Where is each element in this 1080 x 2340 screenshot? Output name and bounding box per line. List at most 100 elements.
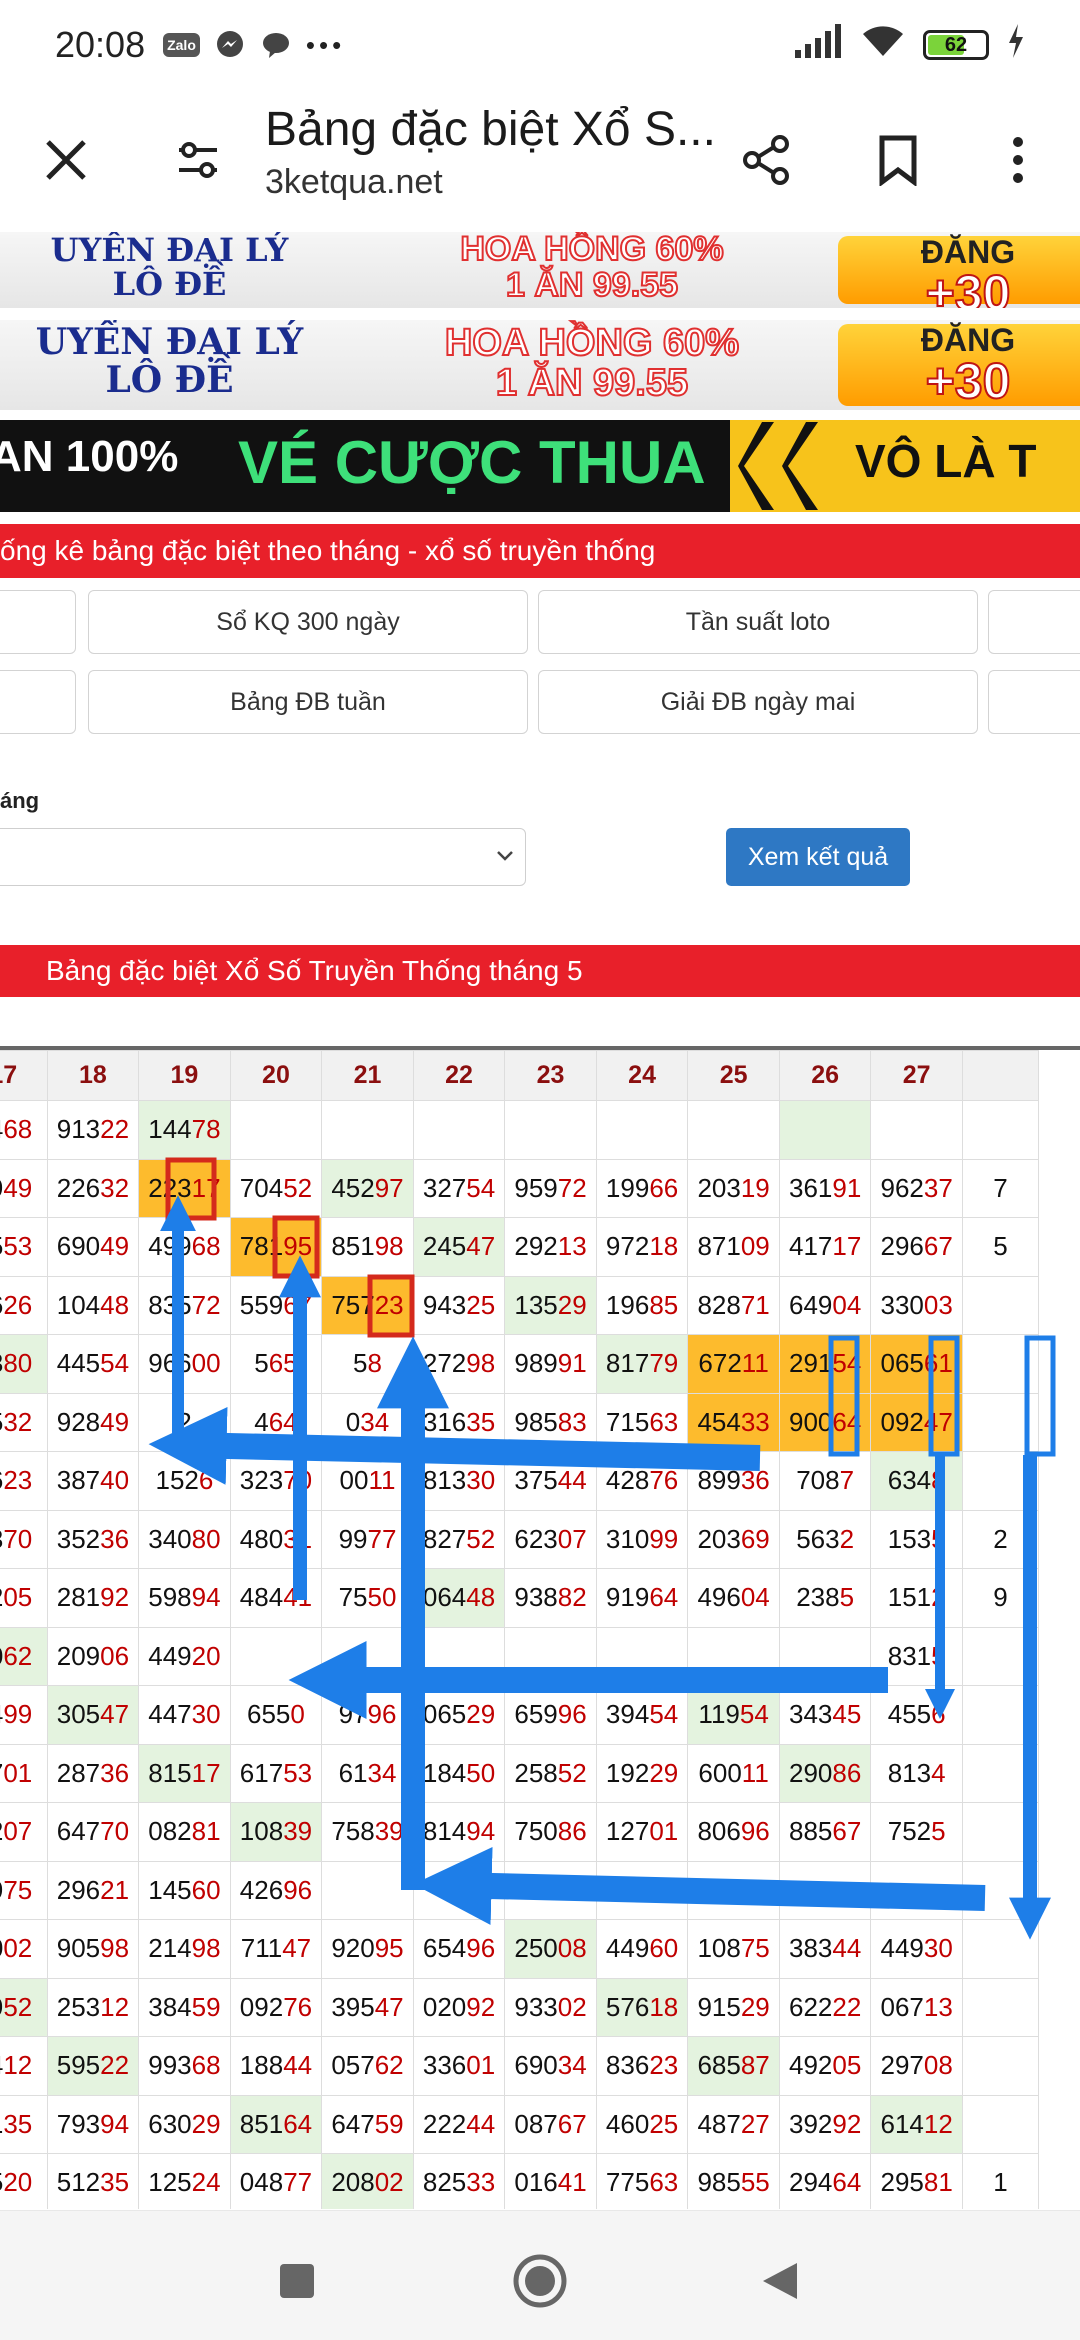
cell-tail-digits: 59 <box>374 2108 404 2139</box>
menu-button-hidden-right-1[interactable] <box>988 590 1080 654</box>
result-cell: 6348 <box>870 1451 963 1511</box>
table-row: 7623387401526323700011813303754442876899… <box>0 1451 1040 1511</box>
more-menu-button[interactable] <box>968 110 1068 210</box>
result-cell: 565 <box>229 1334 323 1394</box>
cell-tail-digits: 47 <box>374 1991 404 2022</box>
cell-tail-digits: 23 <box>374 1289 404 1320</box>
table-row: 7701287368151761753613418450258521922960… <box>0 1743 1040 1803</box>
cell-prefix: 119 <box>698 1699 740 1730</box>
result-cell: 5632 <box>778 1509 872 1569</box>
cell-tail-digits: 97 <box>374 1172 404 1203</box>
menu-button-weekly-table[interactable]: Bảng ĐB tuần <box>88 670 528 734</box>
result-cell: 21498 <box>138 1919 231 1979</box>
cell-prefix: 209 <box>56 1640 101 1671</box>
close-tab-button[interactable] <box>16 110 116 210</box>
result-cell: 7701 <box>0 1743 48 1803</box>
column-header: 27 <box>870 1050 963 1101</box>
recents-button[interactable] <box>257 2241 337 2321</box>
result-cell <box>687 1860 780 1920</box>
result-cell <box>778 1626 872 1686</box>
column-header: 19 <box>138 1050 231 1101</box>
cell-tail-digits: 54 <box>649 1699 679 1730</box>
table-row: 806220906449208315 <box>0 1626 1040 1686</box>
result-cell: 7002 <box>0 1919 48 1979</box>
home-button[interactable] <box>500 2241 580 2321</box>
menu-button-hidden-right-2[interactable] <box>988 670 1080 734</box>
cell-prefix: 327 <box>422 1172 467 1203</box>
cell-prefix: 196 <box>605 1289 650 1320</box>
cell-prefix: 813 <box>887 1757 932 1788</box>
result-cell: 6550 <box>229 1685 323 1745</box>
close-icon <box>46 140 86 180</box>
cell-tail-digits: 52 <box>283 1172 313 1203</box>
cell-prefix: 814 <box>422 1816 467 1847</box>
share-button[interactable] <box>716 110 816 210</box>
result-cell: 82533 <box>412 2153 506 2209</box>
cell-tail-digits: 49 <box>100 1231 130 1262</box>
cell-prefix: 092 <box>239 1991 284 2022</box>
cell-tail-digits: 2 <box>839 1523 855 1554</box>
cell-tail-digits: 52 <box>466 1523 496 1554</box>
menu-button-loto-frequency[interactable]: Tần suất loto <box>538 590 978 654</box>
banner-text: VÉ CƯỢC THUA <box>238 429 706 496</box>
site-settings-button[interactable] <box>148 110 248 210</box>
result-cell: 20369 <box>687 1509 780 1569</box>
table-row: 8412595229936818844057623360169034836236… <box>0 2036 1040 2096</box>
view-results-button[interactable]: Xem kết quả <box>726 828 910 886</box>
cell-tail-digits: 50 <box>367 1582 397 1613</box>
result-cell: 79394 <box>46 2094 140 2154</box>
cell-tail-digits: 30 <box>191 1699 221 1730</box>
ad-banner-agent-2[interactable]: UYỂN ĐẠI LÝ LÔ ĐỀ HOA HỒNG 60% 1 ĂN 99.55 … <box>0 320 1080 410</box>
result-cell: 27298 <box>412 1334 506 1394</box>
result-cell: 6380 <box>0 1334 48 1394</box>
menu-button-hidden-left-2[interactable] <box>0 670 76 734</box>
cell-tail-digits: 01 <box>649 1816 679 1847</box>
result-cell: 36191 <box>778 1158 872 1218</box>
cell-prefix: 900 <box>788 1406 833 1437</box>
cell-tail-digits: 68 <box>191 1231 221 1262</box>
menu-button-300-days[interactable]: Sổ KQ 300 ngày <box>88 590 528 654</box>
cell-prefix: 899 <box>697 1465 741 1496</box>
result-cell: 55967 <box>229 1275 323 1335</box>
cell-prefix: 125 <box>148 2167 192 2198</box>
column-header <box>961 1050 1040 1101</box>
cell-tail-digits: 53 <box>283 1757 313 1788</box>
back-button[interactable] <box>740 2241 820 2321</box>
cell-tail-digits: 40 <box>100 1465 130 1496</box>
cell-tail-digits: 41 <box>557 2167 587 2198</box>
menu-button-hidden-left-1[interactable] <box>0 590 76 654</box>
result-cell: 83623 <box>595 2036 689 2096</box>
ad-banner-refund[interactable]: AN 100% VÉ CƯỢC THUA VÔ LÀ T <box>0 420 1080 512</box>
cell-tail-digits: 70 <box>283 1465 313 1496</box>
result-cell: 9 <box>961 1568 1040 1628</box>
cell-tail-digits: 96 <box>557 1699 587 1730</box>
cell-tail-digits: 44 <box>557 1465 587 1496</box>
cell-tail-digits: 63 <box>649 1406 679 1437</box>
month-select[interactable] <box>0 828 526 886</box>
cell-tail-digits: 52 <box>557 1757 587 1788</box>
result-cell: 63029 <box>138 2094 231 2154</box>
menu-button-tomorrow-special[interactable]: Giải ĐB ngày mai <box>538 670 978 734</box>
cell-tail-digits: 24 <box>191 2167 221 2198</box>
cell-tail-digits: 54 <box>100 1348 130 1379</box>
cell-tail-digits: 8 <box>931 1465 946 1496</box>
cell-prefix: 428 <box>605 1465 650 1496</box>
cell-tail-digits: 99 <box>3 1699 33 1730</box>
result-cell: 464 <box>229 1392 323 1452</box>
cell-prefix: 336 <box>422 2050 467 2081</box>
ad-banner-agent-1[interactable]: UYÊN ĐẠI LÝ LÔ ĐỀ HOA HỒNG 60% 1 ĂN 99.55 … <box>0 232 1080 308</box>
result-cell: 29213 <box>504 1217 597 1277</box>
cell-prefix: 245 <box>422 1231 467 1262</box>
cell-tail-digits: 48 <box>100 1289 130 1320</box>
cell-prefix: 672 <box>698 1348 742 1379</box>
special-prize-table-wrap[interactable]: 1718192021222324252627 14689132214478794… <box>0 1046 1080 2209</box>
page-title-area[interactable]: Bảng đặc biệt Xổ S... 3ketqua.net <box>265 102 725 202</box>
cell-tail-digits: 95 <box>374 1933 404 1964</box>
result-cell: 5 <box>961 1217 1040 1277</box>
special-prize-table: 1718192021222324252627 14689132214478794… <box>0 1050 1040 2209</box>
bookmark-button[interactable] <box>848 110 948 210</box>
cell-prefix: 708 <box>796 1465 840 1496</box>
result-cell: 58 <box>321 1334 414 1394</box>
banner-text: HOA HỒNG 60% <box>444 322 740 364</box>
cell-tail-digits: 65 <box>268 1348 298 1379</box>
